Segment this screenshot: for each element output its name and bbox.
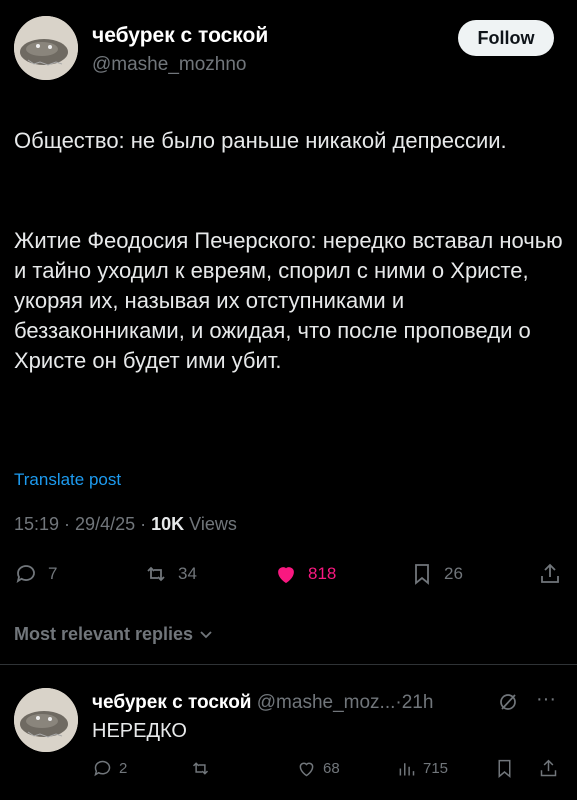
sort-label: Most relevant replies <box>14 624 194 644</box>
reply-author-handle[interactable]: @mashe_moz... <box>257 692 396 713</box>
reply-icon <box>94 760 111 777</box>
heart-icon <box>299 762 314 777</box>
reply-count: 7 <box>48 564 58 583</box>
like-count: 818 <box>308 564 337 583</box>
replies-sort-dropdown[interactable]: Most relevant replies <box>14 624 213 645</box>
reply-like-count: 68 <box>323 760 340 777</box>
divider <box>0 664 577 665</box>
like-button[interactable]: 818 <box>274 562 336 586</box>
share-icon <box>541 563 559 583</box>
views-count: 10K <box>151 514 185 534</box>
reply-reply-button[interactable]: 2 <box>92 758 127 779</box>
follow-button[interactable]: Follow <box>458 20 554 56</box>
reply-age[interactable]: 21h <box>402 692 434 713</box>
heart-icon <box>278 567 294 584</box>
bookmark-icon <box>415 564 429 585</box>
avatar[interactable] <box>14 16 78 80</box>
share-button[interactable] <box>538 562 562 586</box>
post-paragraph-1: Общество: не было раньше никакой депресс… <box>14 128 507 153</box>
repost-icon <box>192 762 209 775</box>
avatar-image <box>14 688 78 752</box>
author-handle[interactable]: @mashe_mozhno <box>92 54 246 76</box>
reply-author-name[interactable]: чебурек с тоской <box>92 692 251 713</box>
more-icon[interactable]: ··· <box>536 688 556 711</box>
avatar-image <box>14 16 78 80</box>
reply-reply-count: 2 <box>119 760 128 777</box>
post-meta: 15:19 · 29/4/25 · 10K Views <box>14 514 237 534</box>
reply-text: НЕРЕДКО <box>92 720 187 742</box>
author-name[interactable]: чебурек с тоской <box>92 24 268 48</box>
reply-like-button[interactable]: 68 <box>296 758 340 779</box>
reply-share-button[interactable] <box>538 758 559 779</box>
reply-avatar[interactable] <box>14 688 78 752</box>
share-icon <box>540 759 557 777</box>
grok-icon[interactable] <box>498 692 518 717</box>
reply-views-button[interactable]: 715 <box>396 758 448 779</box>
post-text-paragraph-2: Житие Феодосия Печерского: нередко встав… <box>14 226 564 376</box>
bar-chart-icon <box>399 763 415 776</box>
reply-icon <box>16 565 35 583</box>
repost-button[interactable]: 34 <box>144 562 197 586</box>
reply-views-count: 715 <box>423 760 449 777</box>
reply-repost-button[interactable] <box>190 758 211 779</box>
reply-header: чебурек с тоской @mashe_moz...·21h <box>92 692 433 714</box>
bookmark-count: 26 <box>444 564 463 583</box>
post-date[interactable]: 29/4/25 <box>75 514 135 534</box>
repost-icon <box>147 566 165 582</box>
chevron-down-icon <box>200 630 212 638</box>
views-label: Views <box>189 514 237 534</box>
bookmark-icon <box>498 759 511 778</box>
post-paragraph-2: Житие Феодосия Печерского: нередко встав… <box>14 228 563 373</box>
reply-bookmark-button[interactable] <box>494 758 515 779</box>
bookmark-button[interactable]: 26 <box>410 562 463 586</box>
repost-count: 34 <box>178 564 197 583</box>
post-time[interactable]: 15:19 <box>14 514 59 534</box>
translate-link[interactable]: Translate post <box>14 470 121 490</box>
post-text-paragraph-1: Общество: не было раньше никакой депресс… <box>14 126 564 156</box>
reply-button[interactable]: 7 <box>14 562 57 586</box>
